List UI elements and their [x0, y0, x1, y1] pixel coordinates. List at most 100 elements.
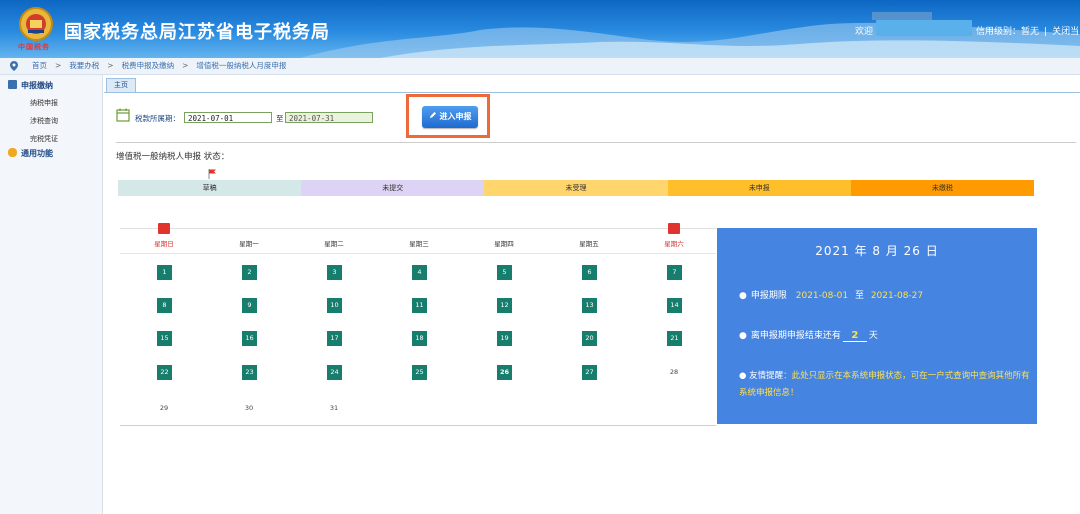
- chat-icon: [8, 148, 17, 157]
- declaration-period-to: 至: [854, 291, 864, 301]
- breadcrumb-arrow: >: [107, 61, 114, 70]
- period-label: 税款所属期：: [135, 114, 180, 123]
- calendar-day[interactable]: 18: [412, 331, 427, 346]
- sidebar-item-tax-declaration[interactable]: 纳税申报: [30, 98, 58, 108]
- friendly-reminder-label: 友情提醒: [749, 371, 784, 381]
- calendar-day[interactable]: 14: [667, 298, 682, 313]
- calendar-day[interactable]: 22: [157, 365, 172, 380]
- top-header: 中国税务 国家税务总局江苏省电子税务局 欢迎 信用级别：暂无 | 关闭当: [0, 0, 1080, 58]
- breadcrumb-home[interactable]: 首页: [32, 61, 47, 70]
- status-legend: 草稿 未提交 未受理 未申报 未缴税: [118, 180, 1035, 196]
- tab-bar: 主页: [104, 78, 1080, 93]
- breadcrumb-items: 首页 > 我要办税 > 税费申报及缴纳 > 增值税一般纳税人月度申报: [32, 58, 286, 74]
- tab-home[interactable]: 主页: [106, 78, 136, 92]
- calendar-day[interactable]: 11: [412, 298, 427, 313]
- status-unaccepted: 未受理: [484, 180, 668, 196]
- declaration-info-panel: 2021 年 8 月 26 日 ● 申报期限 2021-08-01 至 2021-…: [717, 228, 1037, 424]
- period-to-label: 至: [276, 114, 284, 123]
- bullet-icon: ●: [739, 291, 747, 301]
- remaining-days-suffix: 天: [868, 331, 878, 341]
- calendar-day[interactable]: 23: [242, 365, 257, 380]
- sidebar-group-general[interactable]: 通用功能: [8, 148, 53, 159]
- declaration-period-row: ● 申报期限 2021-08-01 至 2021-08-27: [739, 288, 923, 301]
- welcome-text: 欢迎: [855, 27, 874, 37]
- calendar-day[interactable]: 16: [242, 331, 257, 346]
- weekday-header: 星期六: [664, 240, 684, 248]
- calendar-day[interactable]: 9: [242, 298, 257, 313]
- remaining-days-value: 2: [842, 330, 867, 342]
- separator: |: [1044, 27, 1048, 37]
- sidebar-item-tax-query[interactable]: 涉税查询: [30, 116, 58, 126]
- friendly-reminder-text: ：此处只显示在本系统申报状态，可在一户式查询中查询其他所有系统申报信息！: [739, 371, 1030, 398]
- period-start-input[interactable]: 2021-07-01: [184, 112, 272, 123]
- remaining-days-row: ● 离申报期申报结束还有 2 天: [739, 328, 878, 342]
- calendar-day-today[interactable]: 26: [497, 365, 512, 380]
- calendar-day[interactable]: 28: [664, 365, 684, 380]
- status-unsubmitted: 未提交: [301, 180, 485, 196]
- weekday-header: 星期一: [239, 240, 259, 248]
- breadcrumb-arrow: >: [55, 61, 62, 70]
- calendar-day[interactable]: 7: [667, 265, 682, 280]
- sidebar-group-declaration[interactable]: 申报缴纳: [8, 80, 53, 91]
- status-heading: 增值税一般纳税人申报 状态：: [116, 152, 230, 162]
- grid-icon: [8, 80, 17, 89]
- enter-declaration-button[interactable]: 进入申报: [422, 106, 478, 128]
- calendar-day[interactable]: 29: [154, 401, 174, 416]
- flag-icon: [208, 169, 216, 179]
- calendar-day[interactable]: 31: [324, 401, 344, 416]
- weekday-header: 星期日: [154, 240, 174, 248]
- status-unpaid: 未缴税: [850, 180, 1035, 196]
- calendar-day[interactable]: 21: [667, 331, 682, 346]
- status-undeclared: 未申报: [667, 180, 851, 196]
- sidebar-group-label: 申报缴纳: [21, 81, 53, 90]
- breadcrumb-arrow: >: [182, 61, 189, 70]
- calendar-day[interactable]: 12: [497, 298, 512, 313]
- period-end-input[interactable]: 2021-07-31: [285, 112, 373, 123]
- close-link[interactable]: 关闭当: [1052, 27, 1079, 37]
- calendar-day[interactable]: 2: [242, 265, 257, 280]
- sidebar-group-label: 通用功能: [21, 149, 53, 158]
- bullet-icon: ●: [739, 331, 747, 341]
- calendar-day[interactable]: 27: [582, 365, 597, 380]
- logo-subtitle: 中国税务: [18, 43, 50, 51]
- calendar-day[interactable]: 15: [157, 331, 172, 346]
- bullet-icon: ●: [739, 371, 750, 381]
- credit-level: 信用级别：暂无 | 关闭当: [976, 24, 1079, 37]
- calendar-day[interactable]: 25: [412, 365, 427, 380]
- breadcrumb-current[interactable]: 增值税一般纳税人月度申报: [196, 61, 286, 70]
- breadcrumb: 首页 > 我要办税 > 税费申报及缴纳 > 增值税一般纳税人月度申报: [0, 58, 1080, 75]
- breadcrumb-declaration[interactable]: 税费申报及缴纳: [122, 61, 175, 70]
- calendar-day[interactable]: 3: [327, 265, 342, 280]
- holiday-marker-icon: [158, 223, 170, 234]
- calendar-day[interactable]: 5: [497, 265, 512, 280]
- weekday-divider: [120, 253, 716, 254]
- user-name-redacted: [876, 20, 972, 36]
- divider: [116, 142, 1076, 143]
- friendly-reminder: ● 友情提醒：此处只显示在本系统申报状态，可在一户式查询中查询其他所有系统申报信…: [739, 368, 1031, 402]
- breadcrumb-tax[interactable]: 我要办税: [69, 61, 99, 70]
- remaining-days-prefix: 离申报期申报结束还有: [750, 331, 841, 341]
- calendar-day[interactable]: 30: [239, 401, 259, 416]
- declaration-period-start: 2021-08-01: [795, 291, 849, 301]
- calendar-day[interactable]: 13: [582, 298, 597, 313]
- calendar-day[interactable]: 17: [327, 331, 342, 346]
- calendar-day[interactable]: 10: [327, 298, 342, 313]
- calendar-icon: [116, 108, 130, 122]
- sidebar: 申报缴纳 纳税申报 涉税查询 完税凭证 通用功能: [0, 75, 103, 514]
- calendar-day[interactable]: 8: [157, 298, 172, 313]
- weekday-header: 星期二: [324, 240, 344, 248]
- calendar-day[interactable]: 6: [582, 265, 597, 280]
- calendar-day[interactable]: 20: [582, 331, 597, 346]
- calendar-day[interactable]: 4: [412, 265, 427, 280]
- sidebar-item-tax-receipt[interactable]: 完税凭证: [30, 134, 58, 144]
- calendar-day[interactable]: 1: [157, 265, 172, 280]
- declaration-period-label: 申报期限: [750, 291, 787, 301]
- credit-level-label: 信用级别：暂无: [976, 27, 1040, 37]
- calendar-day[interactable]: 24: [327, 365, 342, 380]
- weekday-header: 星期五: [579, 240, 599, 248]
- calendar-day[interactable]: 19: [497, 331, 512, 346]
- holiday-marker-icon: [668, 223, 680, 234]
- pencil-icon: [429, 112, 436, 118]
- weekday-header: 星期三: [409, 240, 429, 248]
- site-title: 国家税务总局江苏省电子税务局: [64, 22, 330, 43]
